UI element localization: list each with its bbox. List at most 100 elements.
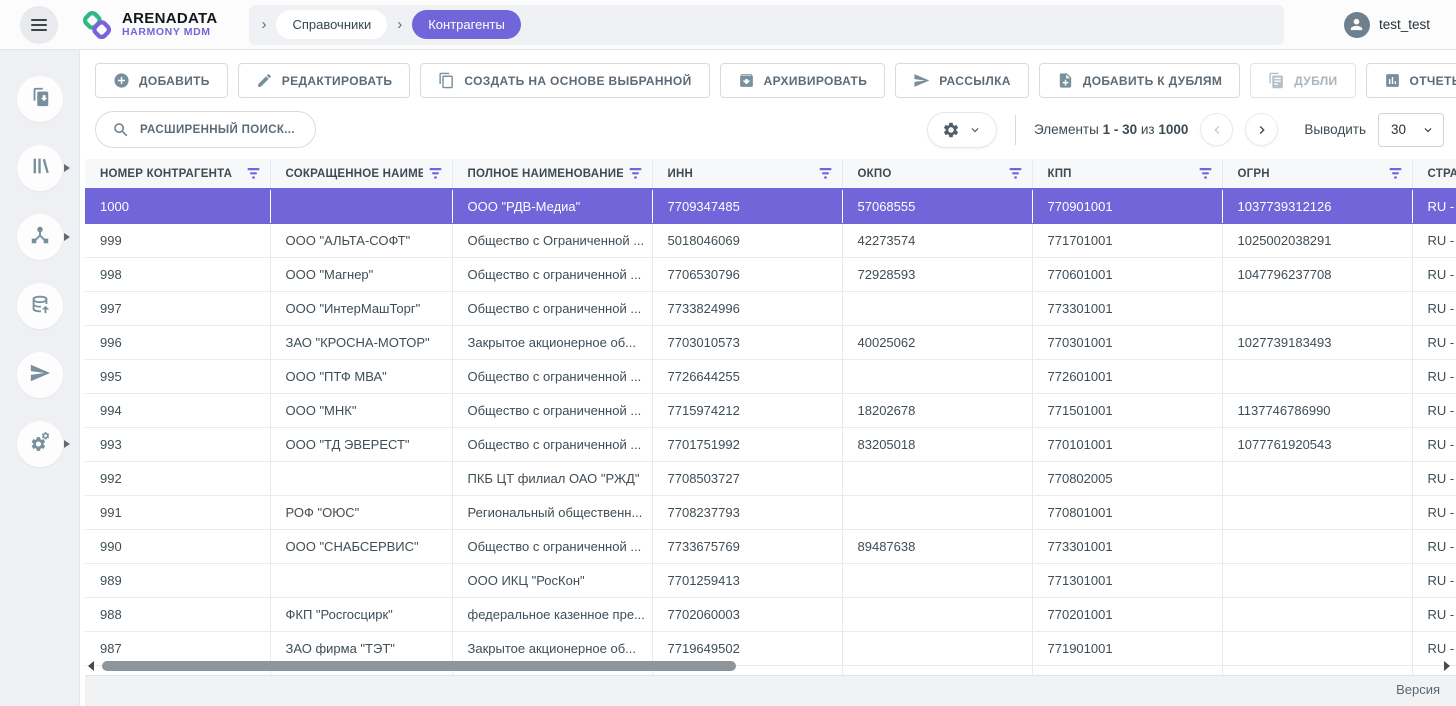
- table-cell: [270, 461, 452, 495]
- column-header[interactable]: ОКПО: [842, 159, 1032, 189]
- expand-arrow-icon[interactable]: [64, 233, 70, 241]
- sidebar-item-data-load-button[interactable]: [17, 283, 63, 329]
- filter-icon[interactable]: [1199, 168, 1212, 179]
- sidebar-item-distribution-button[interactable]: [17, 352, 63, 398]
- prev-page-button[interactable]: [1200, 113, 1233, 146]
- column-header[interactable]: ПОЛНОЕ НАИМЕНОВАНИЕ: [452, 159, 652, 189]
- column-header[interactable]: НОМЕР КОНТРАГЕНТА: [85, 159, 270, 189]
- sidebar-item-hierarchies[interactable]: [0, 214, 79, 260]
- mailing-button[interactable]: РАССЫЛКА: [895, 63, 1029, 98]
- reports-button[interactable]: ОТЧЕТЫ: [1366, 63, 1456, 98]
- filter-icon[interactable]: [1389, 168, 1402, 179]
- table-row[interactable]: 1000ООО "РДВ-Медиа"770934748557068555770…: [85, 189, 1456, 223]
- table-cell: RU -: [1412, 461, 1456, 495]
- column-header[interactable]: ОГРН: [1222, 159, 1412, 189]
- gear-icon: [942, 121, 960, 139]
- doc-plus-icon: [1057, 72, 1074, 89]
- table-cell: 7709347485: [652, 189, 842, 223]
- breadcrumb-item[interactable]: Контрагенты: [412, 10, 521, 39]
- topbar: ARENADATA HARMONY MDM ›Справочники›Контр…: [0, 0, 1456, 50]
- table-settings-button[interactable]: [927, 112, 997, 148]
- table-cell: RU -: [1412, 325, 1456, 359]
- scrollbar-track[interactable]: [102, 661, 1436, 671]
- filter-icon[interactable]: [247, 168, 260, 179]
- user-menu[interactable]: test_test: [1344, 12, 1430, 38]
- scrollbar-thumb[interactable]: [102, 661, 736, 671]
- edit-button[interactable]: РЕДАКТИРОВАТЬ: [238, 63, 411, 98]
- column-label: СОКРАЩЕННОЕ НАИМЕН...: [286, 168, 423, 180]
- table-cell: RU -: [1412, 393, 1456, 427]
- sidebar-item-settings-button[interactable]: [17, 421, 63, 467]
- table-row[interactable]: 989ООО ИКЦ "РосКон"7701259413771301001RU…: [85, 563, 1456, 597]
- sidebar-item-import-export[interactable]: [0, 76, 79, 122]
- expand-arrow-icon[interactable]: [64, 440, 70, 448]
- pagination-info: Элементы 1 - 30 из 1000: [1034, 122, 1188, 137]
- table-cell: [842, 597, 1032, 631]
- advanced-search-button[interactable]: РАСШИРЕННЫЙ ПОИСК...: [95, 111, 316, 148]
- sidebar-item-import-export-button[interactable]: [17, 76, 63, 122]
- chevron-left-icon: [1209, 122, 1225, 138]
- column-header[interactable]: ИНН: [652, 159, 842, 189]
- table-cell: 1137746786990: [1222, 393, 1412, 427]
- column-header[interactable]: СОКРАЩЕННОЕ НАИМЕН...: [270, 159, 452, 189]
- table-cell: 18202678: [842, 393, 1032, 427]
- chevron-right-icon: [1254, 122, 1270, 138]
- sidebar-item-distribution[interactable]: [0, 352, 79, 398]
- sidebar-item-catalogs[interactable]: [0, 145, 79, 191]
- table-cell: [270, 189, 452, 223]
- table-cell: Общество с ограниченной ...: [452, 393, 652, 427]
- sidebar-item-settings[interactable]: [0, 421, 79, 467]
- table-cell: ООО "РДВ-Медиа": [452, 189, 652, 223]
- documents-icon: [1268, 72, 1285, 89]
- archive-button[interactable]: АРХИВИРОВАТЬ: [720, 63, 886, 98]
- sidebar-item-data-load[interactable]: [0, 283, 79, 329]
- scroll-right-arrow-icon[interactable]: [1444, 661, 1450, 671]
- table-cell: RU -: [1412, 529, 1456, 563]
- table-cell: [1222, 291, 1412, 325]
- add-button[interactable]: ДОБАВИТЬ: [95, 63, 228, 98]
- table-cell: 991: [85, 495, 270, 529]
- filter-icon[interactable]: [1009, 168, 1022, 179]
- sidebar-item-hierarchies-button[interactable]: [17, 214, 63, 260]
- expand-arrow-icon[interactable]: [64, 164, 70, 172]
- table-row[interactable]: 992ПКБ ЦТ филиал ОАО "РЖД"77085037277708…: [85, 461, 1456, 495]
- table-cell: Региональный общественн...: [452, 495, 652, 529]
- hierarchy-icon: [29, 224, 51, 251]
- filter-icon[interactable]: [819, 168, 832, 179]
- next-page-button[interactable]: [1245, 113, 1278, 146]
- breadcrumb: ›Справочники›Контрагенты: [249, 5, 1284, 45]
- table-cell: 995: [85, 359, 270, 393]
- table-cell: [1222, 563, 1412, 597]
- menu-button[interactable]: [20, 6, 58, 44]
- add-to-duplicates-button[interactable]: ДОБАВИТЬ К ДУБЛЯМ: [1039, 63, 1240, 98]
- table-row[interactable]: 994ООО "МНК"Общество с ограниченной ...7…: [85, 393, 1456, 427]
- scroll-left-arrow-icon[interactable]: [88, 661, 94, 671]
- table-cell: 7703010573: [652, 325, 842, 359]
- table-row[interactable]: 991РОФ "ОЮС"Региональный общественн...77…: [85, 495, 1456, 529]
- table-row[interactable]: 998ООО "Магнер"Общество с ограниченной .…: [85, 257, 1456, 291]
- table-row[interactable]: 999ООО "АЛЬТА-СОФТ"Общество с Ограниченн…: [85, 223, 1456, 257]
- filter-icon[interactable]: [629, 168, 642, 179]
- table-cell: RU -: [1412, 291, 1456, 325]
- table-row[interactable]: 995ООО "ПТФ МВА"Общество с ограниченной …: [85, 359, 1456, 393]
- column-header[interactable]: КПП: [1032, 159, 1222, 189]
- table-cell: 773301001: [1032, 529, 1222, 563]
- table-cell: 1025002038291: [1222, 223, 1412, 257]
- sidebar-item-catalogs-button[interactable]: [17, 145, 63, 191]
- breadcrumb-item[interactable]: Справочники: [276, 10, 387, 39]
- create-from-selected-button[interactable]: СОЗДАТЬ НА ОСНОВЕ ВЫБРАННОЙ: [420, 63, 709, 98]
- duplicates-button[interactable]: ДУБЛИ: [1250, 63, 1355, 98]
- column-header[interactable]: СТРАНА: [1412, 159, 1456, 189]
- table-row[interactable]: 993ООО "ТД ЭВЕРЕСТ"Общество с ограниченн…: [85, 427, 1456, 461]
- table-row[interactable]: 996ЗАО "КРОСНА-МОТОР"Закрытое акционерно…: [85, 325, 1456, 359]
- table-row[interactable]: 997ООО "ИнтерМашТорг"Общество с ограниче…: [85, 291, 1456, 325]
- horizontal-scrollbar[interactable]: [88, 660, 1450, 672]
- table-row[interactable]: 990ООО "СНАБСЕРВИС"Общество с ограниченн…: [85, 529, 1456, 563]
- page-size-select[interactable]: 30: [1378, 113, 1444, 147]
- table-cell: RU -: [1412, 563, 1456, 597]
- table-cell: 770301001: [1032, 325, 1222, 359]
- pagination-total: 1000: [1158, 122, 1188, 137]
- table-row[interactable]: 988ФКП "Росгосцирк"федеральное казенное …: [85, 597, 1456, 631]
- table-cell: 1027739183493: [1222, 325, 1412, 359]
- filter-icon[interactable]: [429, 168, 442, 179]
